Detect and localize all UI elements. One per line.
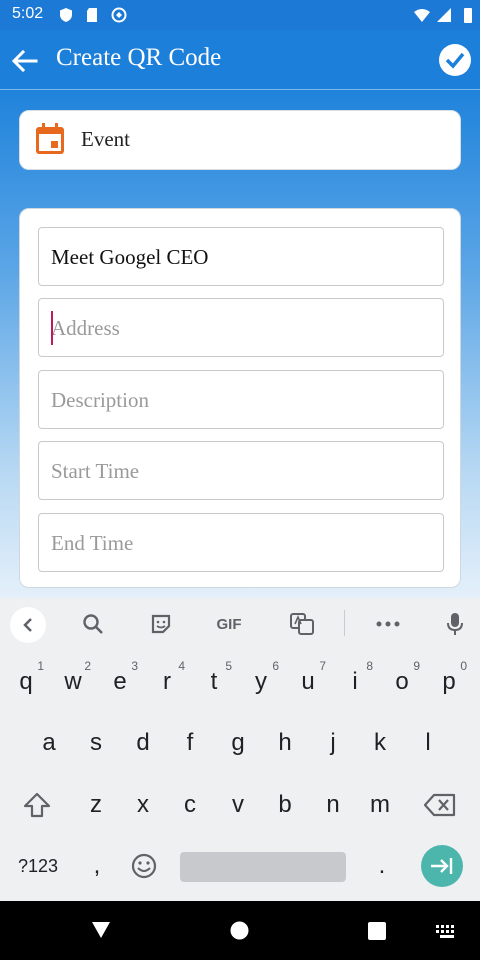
key-d[interactable]: d — [123, 718, 163, 768]
key-b[interactable]: b — [265, 780, 305, 830]
start-time-field[interactable] — [38, 441, 444, 500]
calendar-icon — [36, 123, 64, 154]
confirm-button[interactable] — [439, 44, 471, 76]
shift-key[interactable] — [17, 780, 57, 830]
end-time-field[interactable] — [38, 513, 444, 572]
arrow-left-icon[interactable] — [10, 47, 38, 75]
key-i[interactable]: i8 — [335, 657, 375, 707]
page-title: Create QR Code — [56, 44, 222, 71]
key-r[interactable]: r4 — [147, 657, 187, 707]
shield-icon — [60, 8, 72, 22]
key-g[interactable]: g — [218, 718, 258, 768]
toolbar-collapse-button[interactable] — [10, 607, 46, 643]
title-input[interactable] — [51, 238, 431, 276]
key-v[interactable]: v — [218, 780, 258, 830]
key-o[interactable]: o9 — [382, 657, 422, 707]
symbols-key[interactable]: ?123 — [12, 841, 64, 891]
key-p[interactable]: p0 — [429, 657, 469, 707]
qr-type-label: Event — [81, 127, 130, 151]
description-field[interactable] — [38, 370, 444, 429]
nav-recents-icon[interactable] — [368, 922, 386, 940]
end-time-input[interactable] — [51, 524, 431, 562]
address-input[interactable] — [51, 309, 431, 347]
enter-key[interactable] — [421, 845, 463, 887]
voice-input-button[interactable] — [438, 608, 472, 640]
key-x[interactable]: x — [123, 780, 163, 830]
keyboard-search-button[interactable] — [76, 608, 110, 640]
key-q[interactable]: q1 — [6, 657, 46, 707]
title-field[interactable] — [38, 227, 444, 286]
sd-card-icon — [87, 8, 97, 22]
key-j[interactable]: j — [313, 718, 353, 768]
event-form — [19, 208, 461, 588]
more-horizontal-icon — [376, 621, 400, 627]
more-options-button[interactable] — [371, 608, 405, 640]
sync-icon — [111, 7, 127, 23]
check-circle-icon — [445, 52, 465, 69]
emoji-icon — [131, 853, 157, 879]
gif-button[interactable]: GIF — [212, 608, 246, 640]
key-e[interactable]: e3 — [100, 657, 140, 707]
key-n[interactable]: n — [313, 780, 353, 830]
signal-icon — [437, 8, 451, 22]
text-cursor — [51, 311, 53, 345]
translate-icon — [290, 613, 314, 635]
key-a[interactable]: a — [29, 718, 69, 768]
key-z[interactable]: z — [76, 780, 116, 830]
sticker-icon — [151, 614, 171, 634]
content-area: Event — [0, 90, 480, 598]
app-bar: Create QR Code — [0, 30, 480, 90]
translate-button[interactable] — [285, 608, 319, 640]
key-y[interactable]: y6 — [241, 657, 281, 707]
wifi-icon — [414, 9, 430, 22]
sticker-button[interactable] — [144, 608, 178, 640]
chevron-left-icon — [23, 618, 32, 632]
status-bar: 5:02 — [0, 0, 480, 30]
keyboard-switch-icon[interactable] — [436, 925, 458, 939]
key-h[interactable]: h — [265, 718, 305, 768]
backspace-icon — [424, 793, 456, 817]
shift-icon — [23, 792, 51, 818]
qr-type-selector[interactable]: Event — [19, 110, 461, 170]
key-k[interactable]: k — [360, 718, 400, 768]
key-l[interactable]: l — [408, 718, 448, 768]
nav-home-icon[interactable] — [230, 921, 249, 940]
soft-keyboard: GIF q1 w2 e3 r4 t5 y6 u7 i8 o9 p0 a s d … — [0, 598, 480, 901]
description-input[interactable] — [51, 381, 431, 419]
key-period[interactable]: . — [362, 841, 402, 891]
key-comma[interactable]: , — [77, 841, 117, 891]
key-u[interactable]: u7 — [288, 657, 328, 707]
microphone-icon — [447, 613, 463, 635]
backspace-key[interactable] — [420, 780, 460, 830]
search-icon — [83, 614, 103, 634]
address-field[interactable] — [38, 298, 444, 357]
toolbar-divider — [344, 610, 345, 636]
battery-icon — [464, 8, 472, 23]
tab-arrow-icon — [431, 858, 453, 874]
start-time-input[interactable] — [51, 452, 431, 490]
system-nav-bar — [0, 901, 480, 960]
emoji-key[interactable] — [124, 841, 164, 891]
spacebar[interactable] — [180, 852, 346, 882]
key-m[interactable]: m — [360, 780, 400, 830]
key-s[interactable]: s — [76, 718, 116, 768]
keyboard-toolbar: GIF — [0, 598, 480, 650]
key-c[interactable]: c — [170, 780, 210, 830]
status-time: 5:02 — [12, 5, 44, 22]
nav-back-icon[interactable] — [91, 921, 111, 939]
key-f[interactable]: f — [170, 718, 210, 768]
key-t[interactable]: t5 — [194, 657, 234, 707]
key-w[interactable]: w2 — [53, 657, 93, 707]
